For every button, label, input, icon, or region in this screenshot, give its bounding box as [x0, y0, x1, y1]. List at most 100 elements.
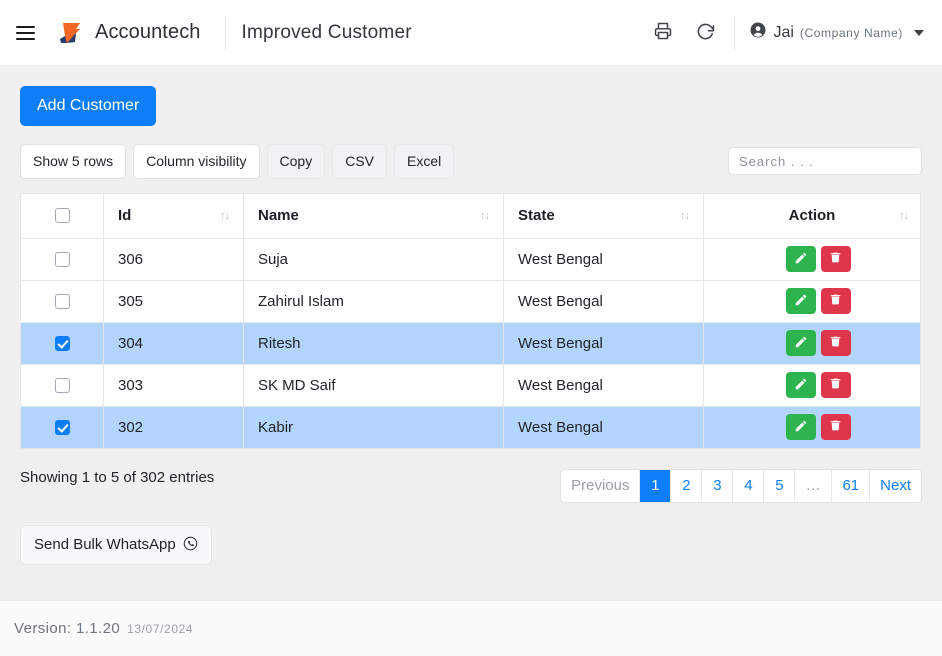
row-select-cell: [20, 279, 104, 323]
edit-row-button[interactable]: [785, 372, 816, 399]
column-header-id[interactable]: Id ↑↓: [103, 192, 244, 239]
brand[interactable]: Accountech: [56, 18, 201, 48]
hamburger-menu-icon[interactable]: [8, 16, 42, 50]
search-input[interactable]: [728, 147, 922, 176]
row-select-checkbox[interactable]: [54, 419, 70, 435]
delete-row-button[interactable]: [820, 372, 851, 399]
send-bulk-whatsapp-button[interactable]: Send Bulk WhatsApp: [20, 524, 212, 565]
pagination-item-61[interactable]: 61: [832, 469, 871, 502]
cell-action: [703, 279, 921, 323]
top-navbar: Accountech Improved Customer Jai (Compan…: [0, 0, 942, 66]
cell-action: [703, 363, 921, 407]
select-all-header: [20, 192, 104, 239]
column-header-name[interactable]: Name ↑↓: [243, 192, 504, 239]
cell-id: 303: [103, 363, 244, 407]
hamburger-line: [15, 31, 35, 34]
table-toolbar: Show 5 rows Column visibility Copy CSV E…: [20, 144, 922, 179]
row-select-checkbox[interactable]: [54, 335, 70, 351]
table-row[interactable]: 303 SK MD Saif West Bengal: [20, 363, 921, 407]
version-label: Version: 1.1.20: [14, 620, 121, 637]
pagination-item-2[interactable]: 2: [671, 469, 703, 502]
pagination-item-next[interactable]: Next: [870, 469, 921, 502]
cell-state: West Bengal: [503, 321, 704, 365]
row-select-checkbox[interactable]: [54, 251, 70, 267]
table-tool-buttons: Show 5 rows Column visibility Copy CSV E…: [20, 144, 455, 179]
brand-name: Accountech: [95, 21, 201, 43]
pagination-item-4[interactable]: 4: [733, 469, 765, 502]
pagination: Previous 1 2 3 4 5… 61 Next: [560, 468, 922, 503]
cell-name: Suja: [243, 237, 504, 281]
trash-delete-icon: [829, 419, 842, 435]
excel-export-button[interactable]: Excel: [394, 144, 455, 179]
row-select-cell: [20, 405, 104, 449]
delete-row-button[interactable]: [820, 246, 851, 273]
show-rows-button[interactable]: Show 5 rows: [20, 144, 127, 179]
pencil-edit-icon: [794, 377, 808, 394]
edit-row-button[interactable]: [785, 288, 816, 315]
cell-action: [703, 237, 921, 281]
user-circle-icon: [749, 21, 767, 44]
cell-name: SK MD Saif: [243, 363, 504, 407]
trash-delete-icon: [829, 377, 842, 393]
print-button[interactable]: [644, 14, 682, 52]
row-select-cell: [20, 237, 104, 281]
cell-name: Zahirul Islam: [243, 279, 504, 323]
pencil-edit-icon: [794, 251, 808, 268]
user-account-menu[interactable]: Jai (Company Name): [749, 21, 928, 44]
pagination-item-previous: Previous: [561, 469, 641, 502]
pencil-edit-icon: [794, 293, 808, 310]
table-row[interactable]: 306 Suja West Bengal: [20, 237, 921, 281]
row-select-checkbox[interactable]: [54, 293, 70, 309]
pagination-item-3[interactable]: 3: [702, 469, 734, 502]
cell-id: 305: [103, 279, 244, 323]
page-title: Improved Customer: [241, 21, 412, 43]
edit-row-button[interactable]: [785, 246, 816, 273]
delete-row-button[interactable]: [820, 288, 851, 315]
delete-row-button[interactable]: [820, 330, 851, 357]
copy-button[interactable]: Copy: [266, 144, 326, 179]
cell-id: 302: [103, 405, 244, 449]
chevron-down-icon: [914, 29, 924, 36]
printer-icon: [654, 22, 672, 43]
sort-updown-icon: ↑↓: [899, 209, 909, 222]
refresh-icon: [696, 22, 715, 44]
cell-id: 304: [103, 321, 244, 365]
send-bulk-whatsapp-label: Send Bulk WhatsApp: [34, 536, 176, 554]
column-label-name: Name: [258, 207, 299, 225]
cell-state: West Bengal: [503, 363, 704, 407]
column-label-id: Id: [118, 207, 132, 225]
table-row[interactable]: 304 Ritesh West Bengal: [20, 321, 921, 365]
customers-table: Id ↑↓ Name ↑↓ State ↑↓ Action ↑↓ 306 Suj…: [20, 192, 921, 449]
table-header-row: Id ↑↓ Name ↑↓ State ↑↓ Action ↑↓: [20, 192, 921, 239]
pencil-edit-icon: [794, 335, 808, 352]
edit-row-button[interactable]: [785, 414, 816, 441]
select-all-checkbox[interactable]: [54, 208, 70, 224]
pagination-item-5[interactable]: 5: [764, 469, 796, 502]
cell-id: 306: [103, 237, 244, 281]
table-body: 306 Suja West Bengal 305 Zahirul Islam West B…: [20, 237, 921, 449]
csv-export-button[interactable]: CSV: [332, 144, 387, 179]
column-header-state[interactable]: State ↑↓: [503, 192, 704, 239]
trash-delete-icon: [829, 251, 842, 267]
table-row[interactable]: 305 Zahirul Islam West Bengal: [20, 279, 921, 323]
main-content: Add Customer Show 5 rows Column visibili…: [0, 66, 942, 600]
table-row[interactable]: 302 Kabir West Bengal: [20, 405, 921, 449]
hamburger-line: [15, 37, 35, 40]
cell-state: West Bengal: [503, 237, 704, 281]
app-root: Accountech Improved Customer Jai (Compan…: [0, 0, 942, 656]
column-header-action[interactable]: Action ↑↓: [703, 192, 921, 239]
refresh-button[interactable]: [686, 14, 724, 52]
cell-action: [703, 405, 921, 449]
column-visibility-button[interactable]: Column visibility: [133, 144, 260, 179]
edit-row-button[interactable]: [785, 330, 816, 357]
entries-info: Showing 1 to 5 of 302 entries: [20, 468, 215, 486]
cell-name: Ritesh: [243, 321, 504, 365]
pagination-item-: …: [795, 469, 833, 502]
pagination-item-1[interactable]: 1: [640, 469, 672, 502]
search-container: [728, 147, 922, 176]
delete-row-button[interactable]: [820, 414, 851, 441]
cell-action: [703, 321, 921, 365]
user-name: Jai: [773, 23, 794, 41]
row-select-checkbox[interactable]: [54, 377, 70, 393]
add-customer-button[interactable]: Add Customer: [20, 86, 157, 126]
